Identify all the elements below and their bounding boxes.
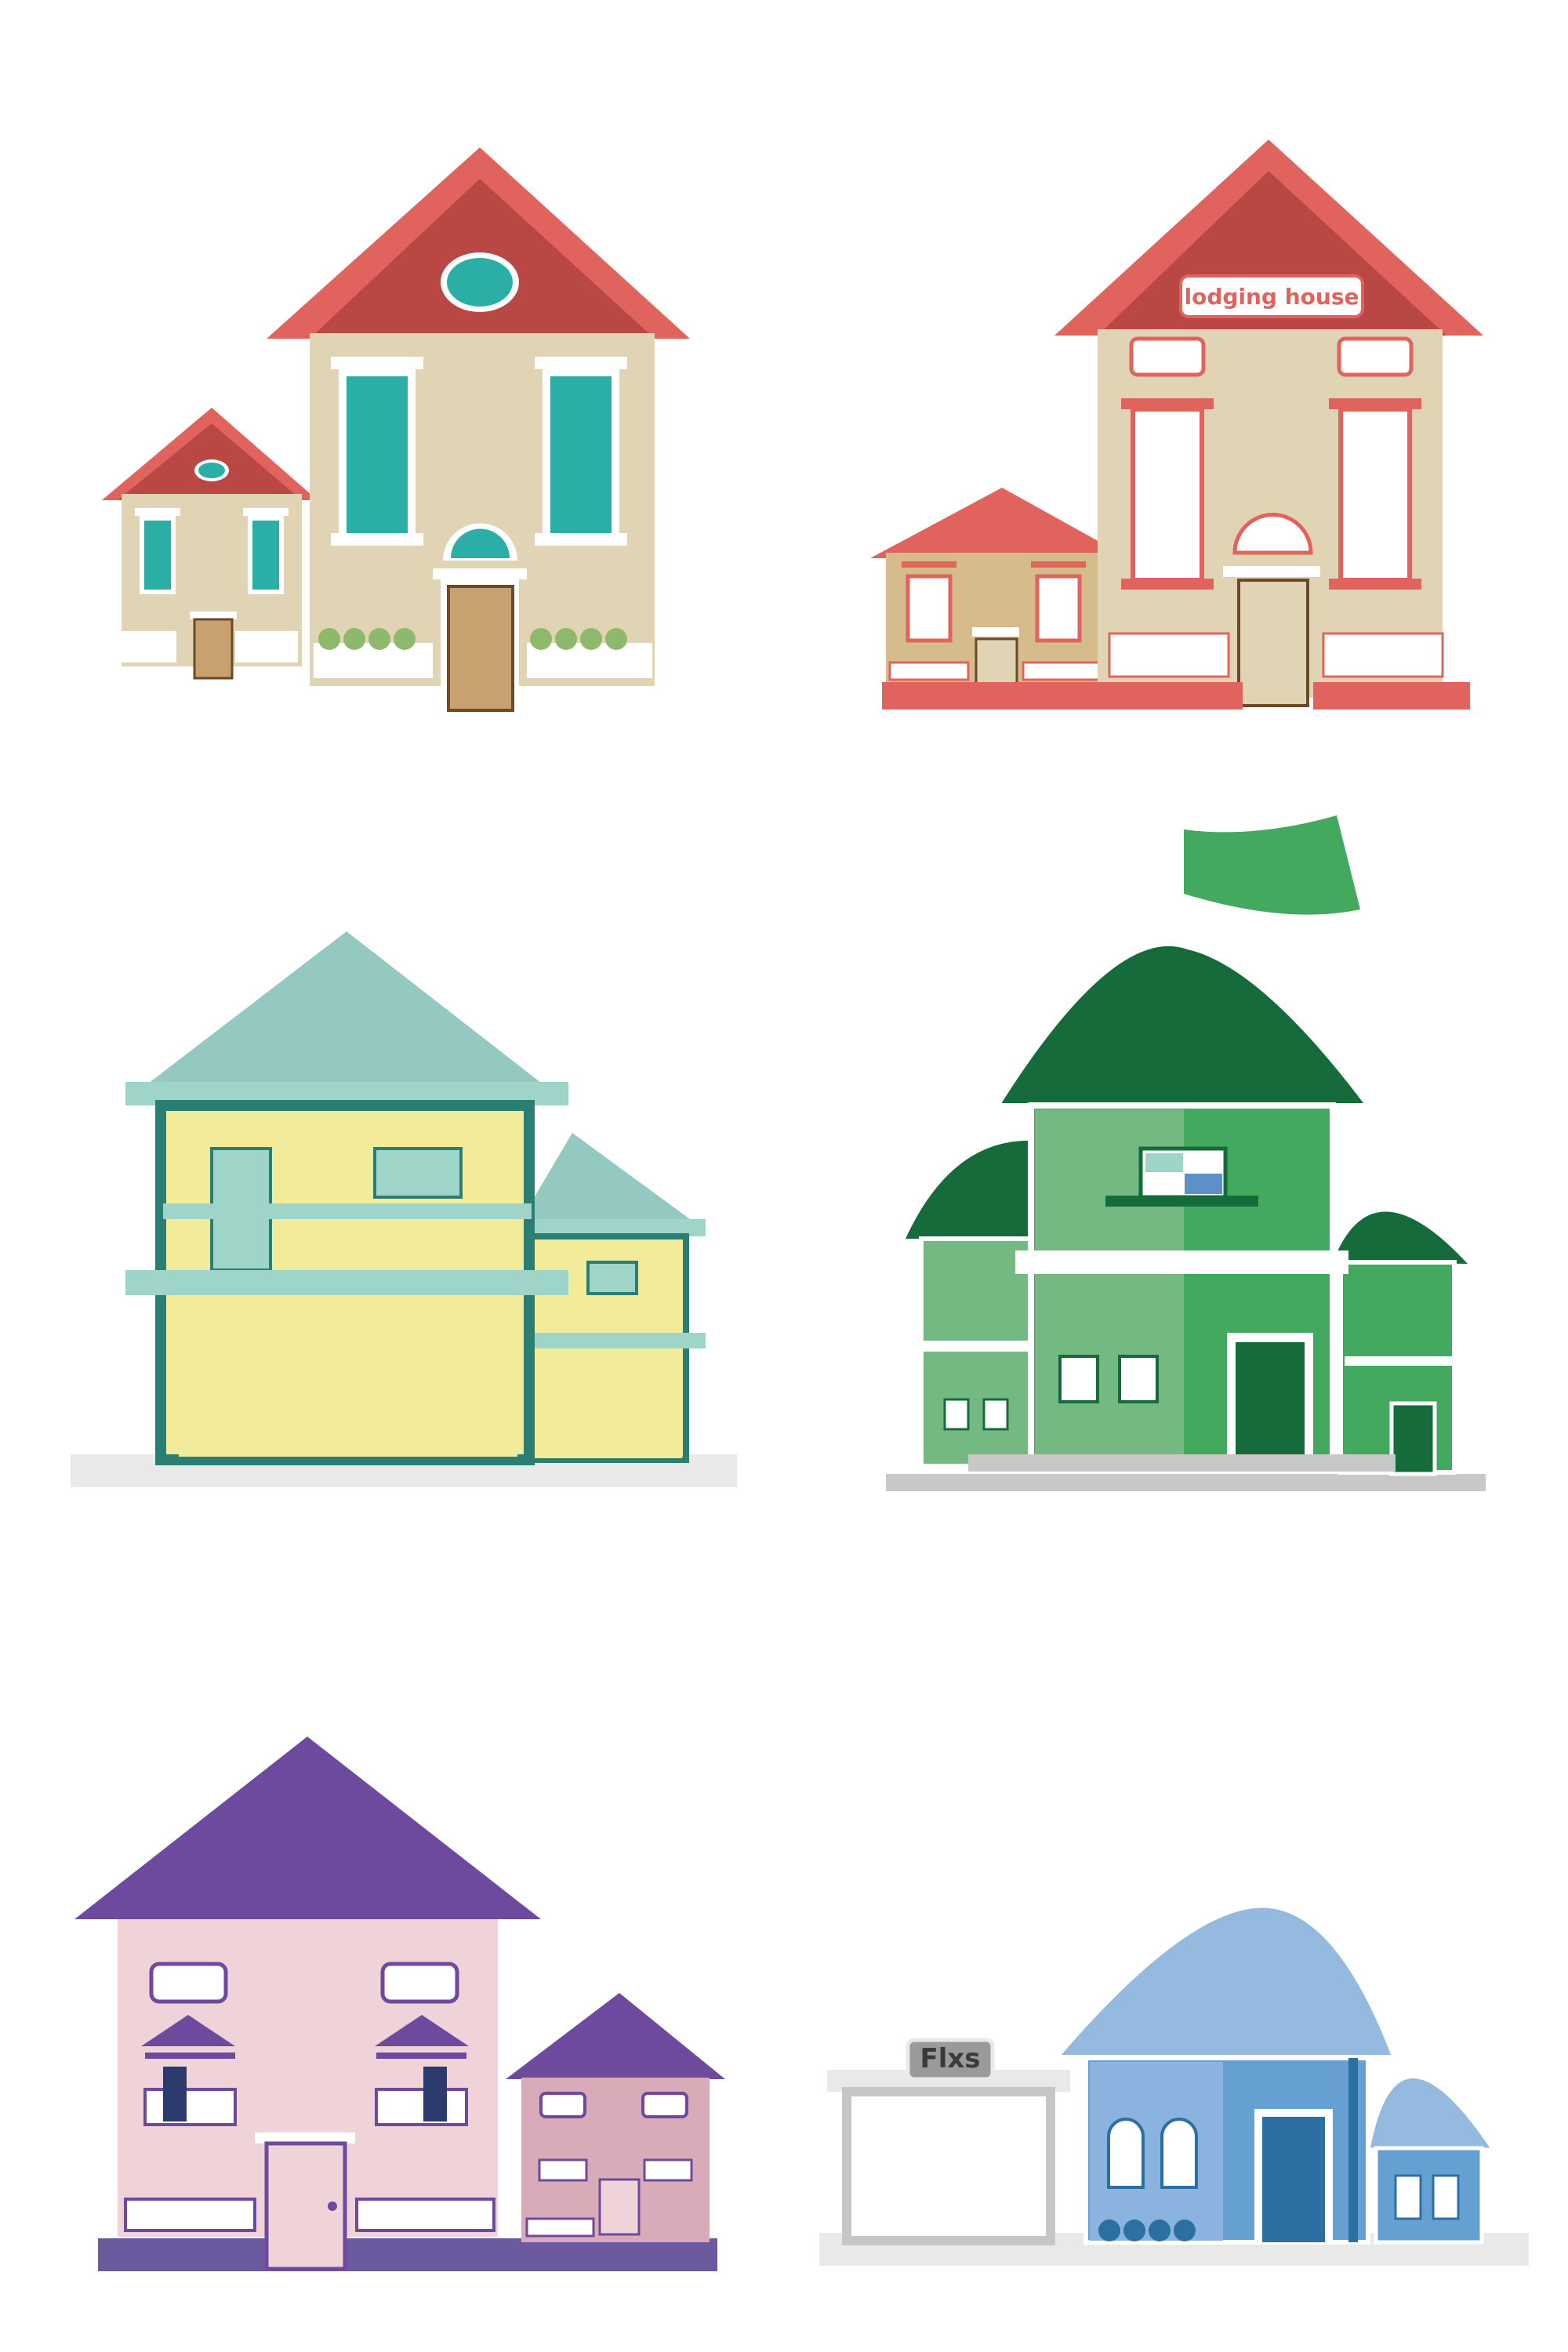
flag [1184,815,1360,915]
beige-house [102,147,690,712]
blue-house: Flxs [819,1901,1529,2266]
garage-sign-text: Flxs [920,2043,980,2074]
pink-house [74,1737,725,2271]
green-house [886,815,1486,1491]
houses-illustration: lodging house Flxs [71,140,1529,2271]
yellow-house [71,931,737,1487]
lodging-house-sign-text: lodging house [1184,284,1359,310]
lodging-house: lodging house [870,140,1483,710]
